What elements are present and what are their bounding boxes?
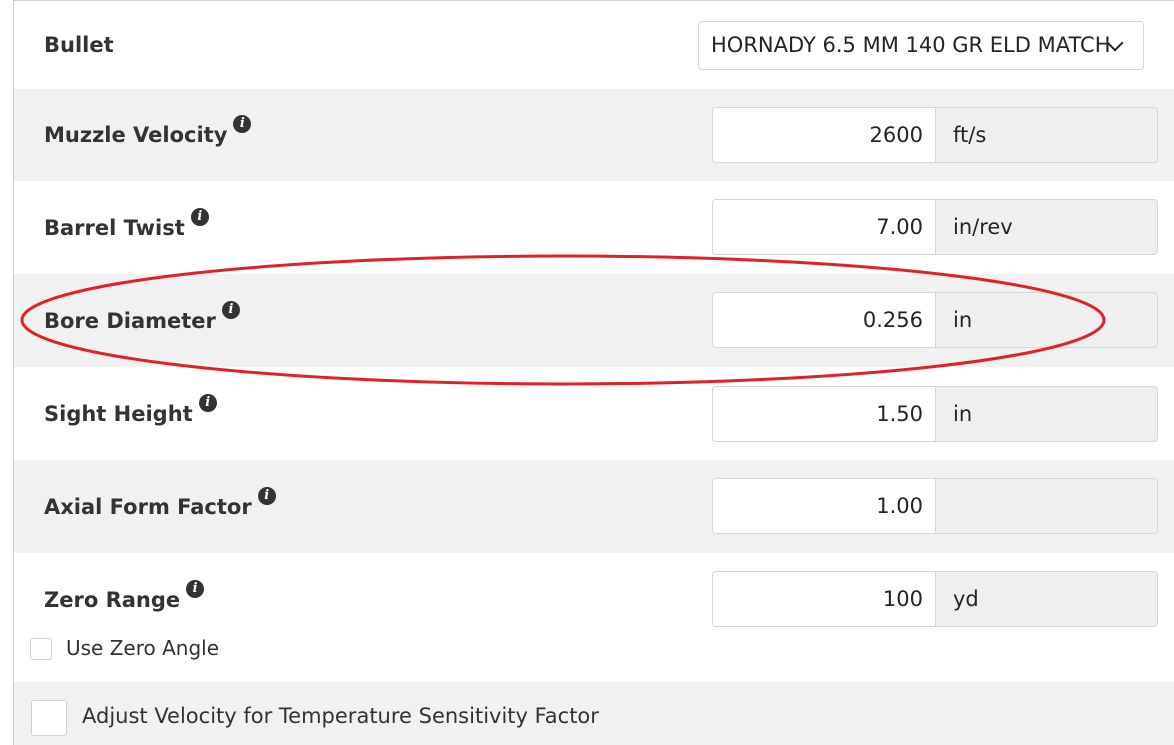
axial-form-factor-row: Axial Form Factor i 1.00 (14, 460, 1174, 553)
zero-range-input[interactable]: 100 (713, 572, 936, 626)
axial-form-factor-unit (936, 479, 1157, 533)
adjust-velocity-label: Adjust Velocity for Temperature Sensitiv… (82, 704, 599, 728)
sight-height-input[interactable]: 1.50 (713, 387, 936, 441)
barrel-twist-label: Barrel Twist i (44, 208, 209, 240)
barrel-twist-row: Barrel Twist i 7.00 in/rev (14, 181, 1174, 274)
zero-range-unit: yd (936, 572, 1157, 626)
zero-range-field: 100 yd (712, 571, 1158, 627)
bore-diameter-label: Bore Diameter i (44, 301, 240, 333)
info-icon[interactable]: i (186, 580, 205, 598)
barrel-twist-field: 7.00 in/rev (712, 199, 1158, 255)
sight-height-row: Sight Height i 1.50 in (14, 367, 1174, 460)
muzzle-velocity-input[interactable]: 2600 (713, 108, 936, 162)
sight-height-label-text: Sight Height (44, 402, 193, 426)
info-icon[interactable]: i (198, 394, 217, 412)
bullet-select-value: HORNADY 6.5 MM 140 GR ELD MATCH (711, 33, 1111, 57)
use-zero-angle-checkbox[interactable] (30, 638, 52, 660)
barrel-twist-input[interactable]: 7.00 (713, 200, 936, 254)
sight-height-unit: in (936, 387, 1157, 441)
barrel-twist-label-text: Barrel Twist (44, 216, 185, 240)
bore-diameter-label-text: Bore Diameter (44, 309, 216, 333)
adjust-velocity-checkbox[interactable] (31, 700, 67, 736)
barrel-twist-unit: in/rev (936, 200, 1157, 254)
axial-form-factor-input[interactable]: 1.00 (713, 479, 936, 533)
muzzle-velocity-row: Muzzle Velocity i 2600 ft/s (14, 89, 1174, 181)
bore-diameter-row: Bore Diameter i 0.256 in (14, 274, 1174, 367)
bore-diameter-field: 0.256 in (712, 292, 1158, 348)
muzzle-velocity-label-text: Muzzle Velocity (44, 123, 228, 147)
bore-diameter-unit: in (936, 293, 1157, 347)
muzzle-velocity-field: 2600 ft/s (712, 107, 1158, 163)
zero-range-label-text: Zero Range (44, 588, 181, 612)
use-zero-angle-label: Use Zero Angle (66, 636, 220, 660)
bullet-label: Bullet (44, 33, 114, 57)
info-icon[interactable]: i (190, 208, 209, 226)
zero-range-row: Zero Range i 100 yd (14, 553, 1174, 682)
info-icon[interactable]: i (233, 115, 252, 133)
info-icon[interactable]: i (257, 487, 276, 505)
sight-height-label: Sight Height i (44, 394, 217, 426)
sight-height-field: 1.50 in (712, 386, 1158, 442)
muzzle-velocity-label: Muzzle Velocity i (44, 115, 252, 147)
axial-form-factor-field: 1.00 (712, 478, 1158, 534)
axial-form-factor-label: Axial Form Factor i (44, 487, 276, 519)
axial-form-factor-label-text: Axial Form Factor (44, 495, 252, 519)
zero-range-label: Zero Range i (44, 580, 205, 612)
muzzle-velocity-unit: ft/s (936, 108, 1157, 162)
bullet-select[interactable]: HORNADY 6.5 MM 140 GR ELD MATCH (698, 21, 1144, 70)
bore-diameter-input[interactable]: 0.256 (713, 293, 936, 347)
info-icon[interactable]: i (221, 301, 240, 319)
